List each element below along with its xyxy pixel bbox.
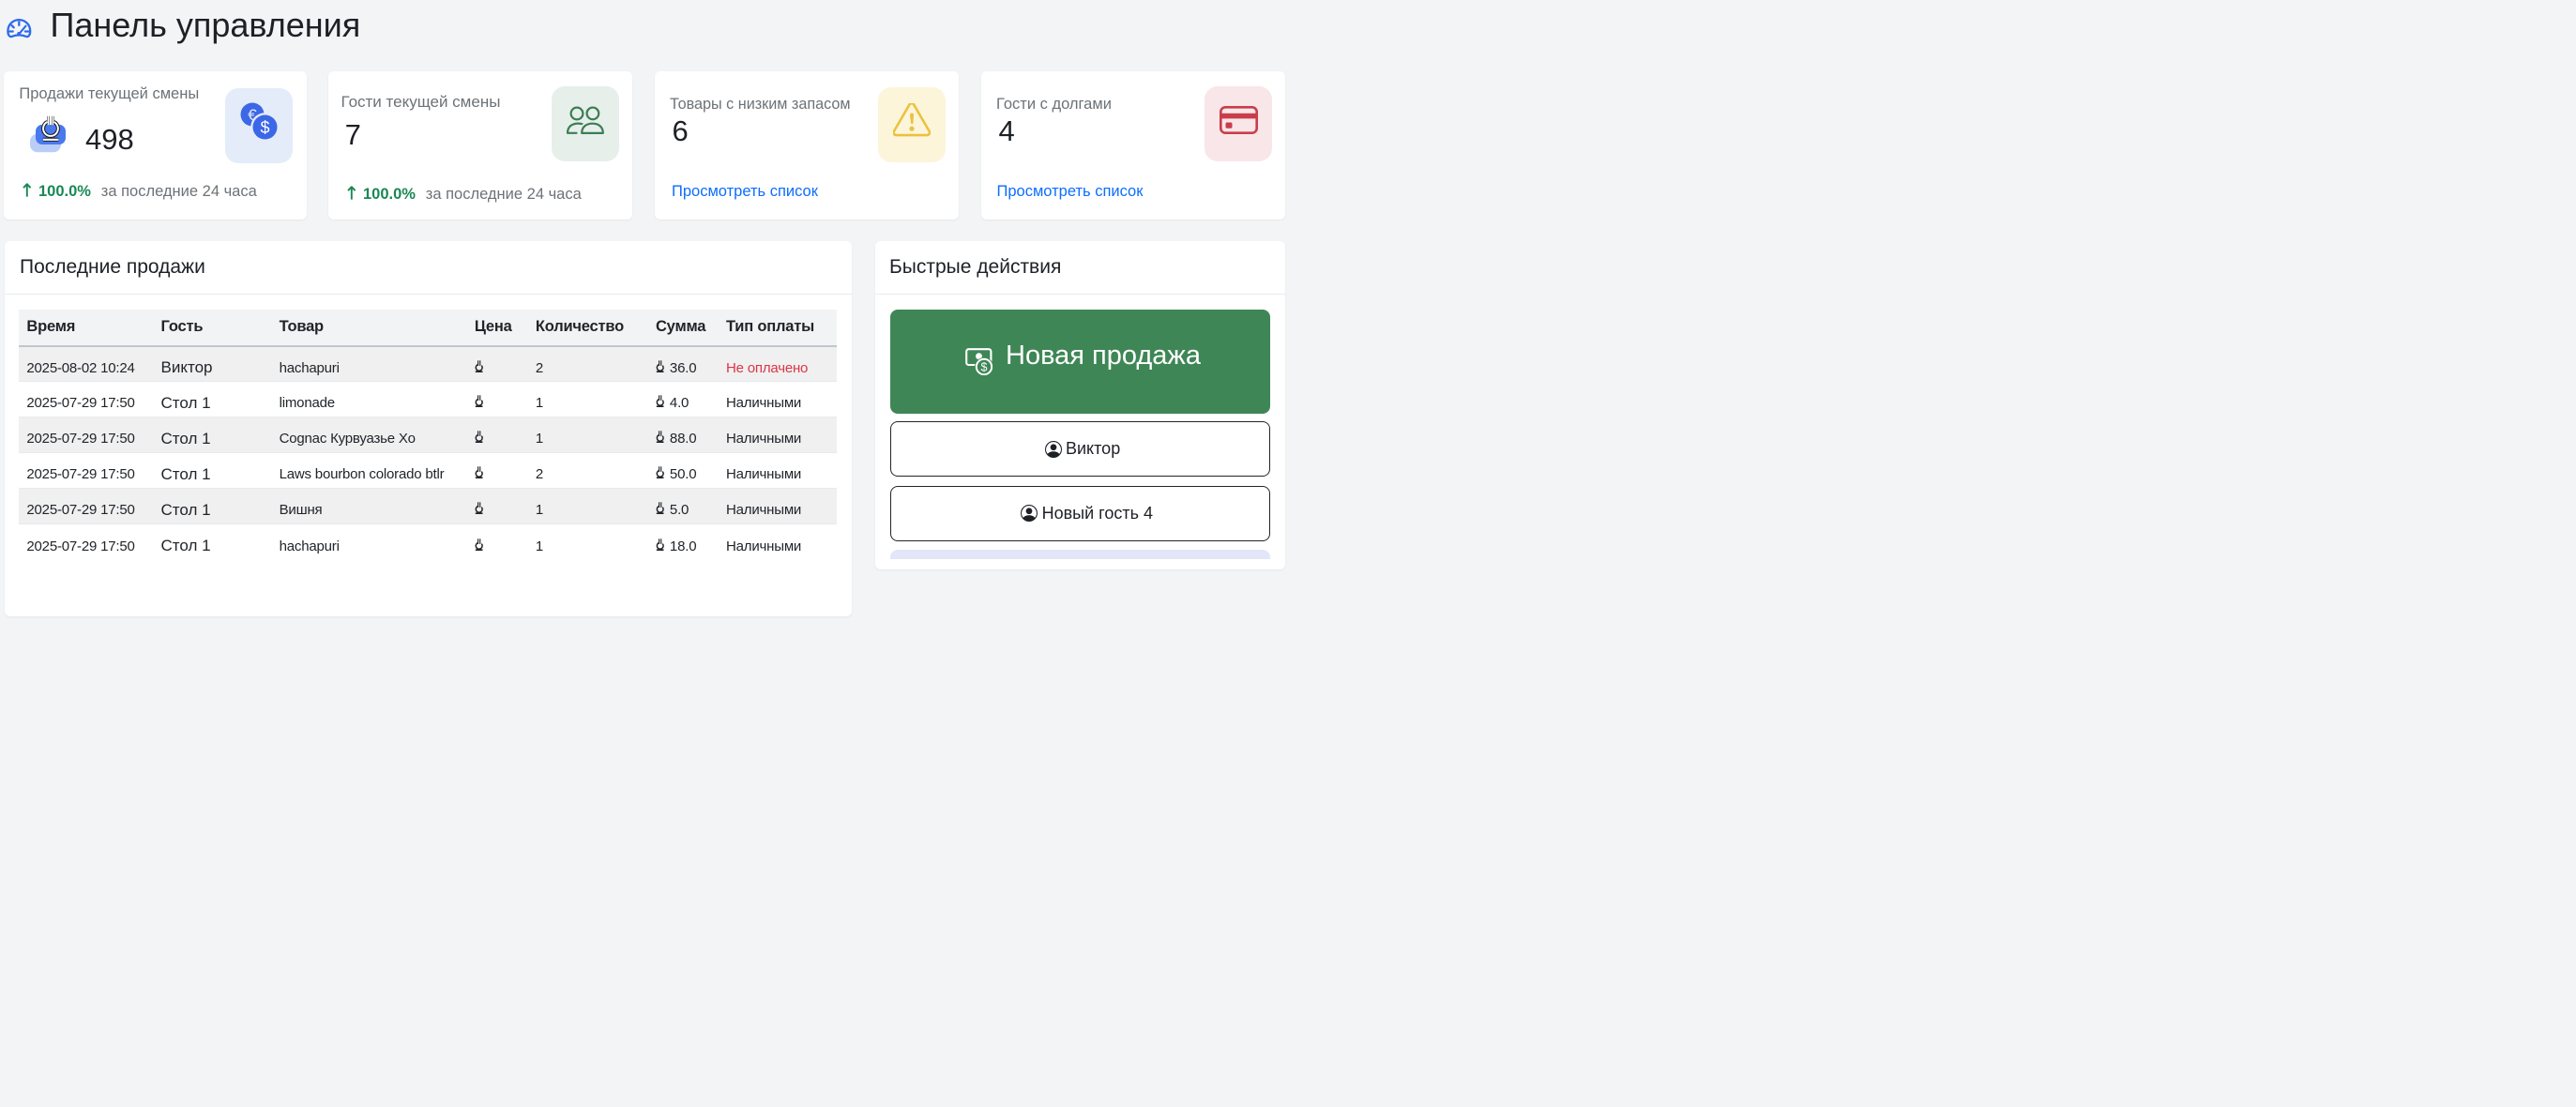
- svg-text:$: $: [981, 360, 988, 373]
- svg-text:$: $: [260, 118, 269, 137]
